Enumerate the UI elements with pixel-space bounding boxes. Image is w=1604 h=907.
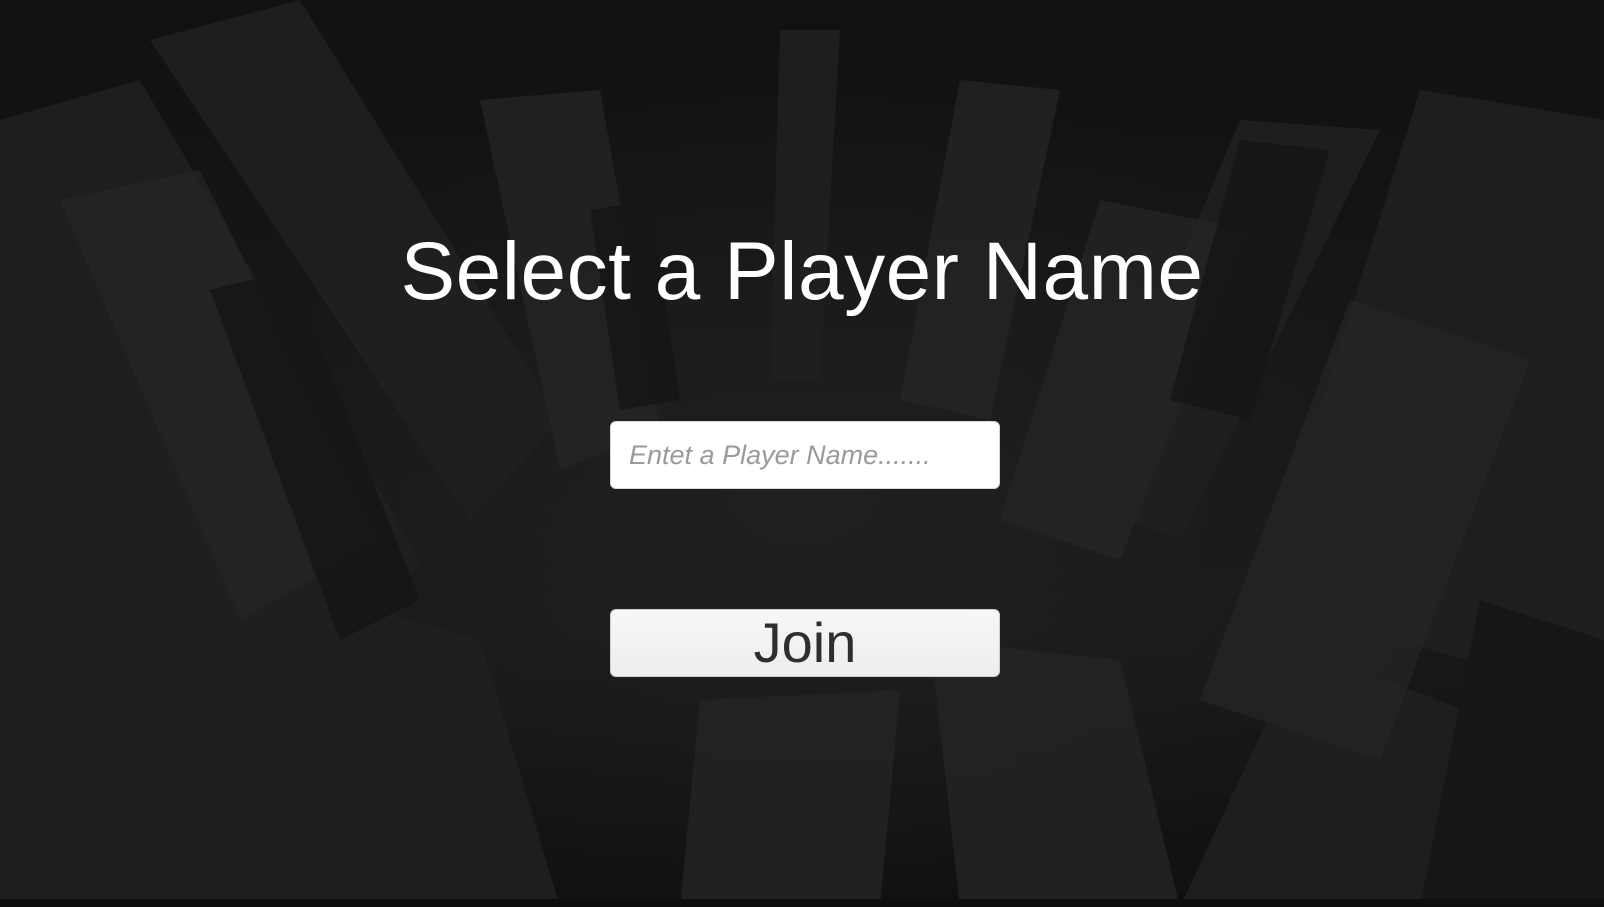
player-name-input[interactable] bbox=[610, 421, 1000, 489]
page-title: Select a Player Name bbox=[400, 226, 1204, 317]
join-button[interactable]: Join bbox=[610, 609, 1000, 677]
player-name-screen: Select a Player Name Join bbox=[0, 0, 1604, 907]
bottom-edge bbox=[0, 899, 1604, 907]
